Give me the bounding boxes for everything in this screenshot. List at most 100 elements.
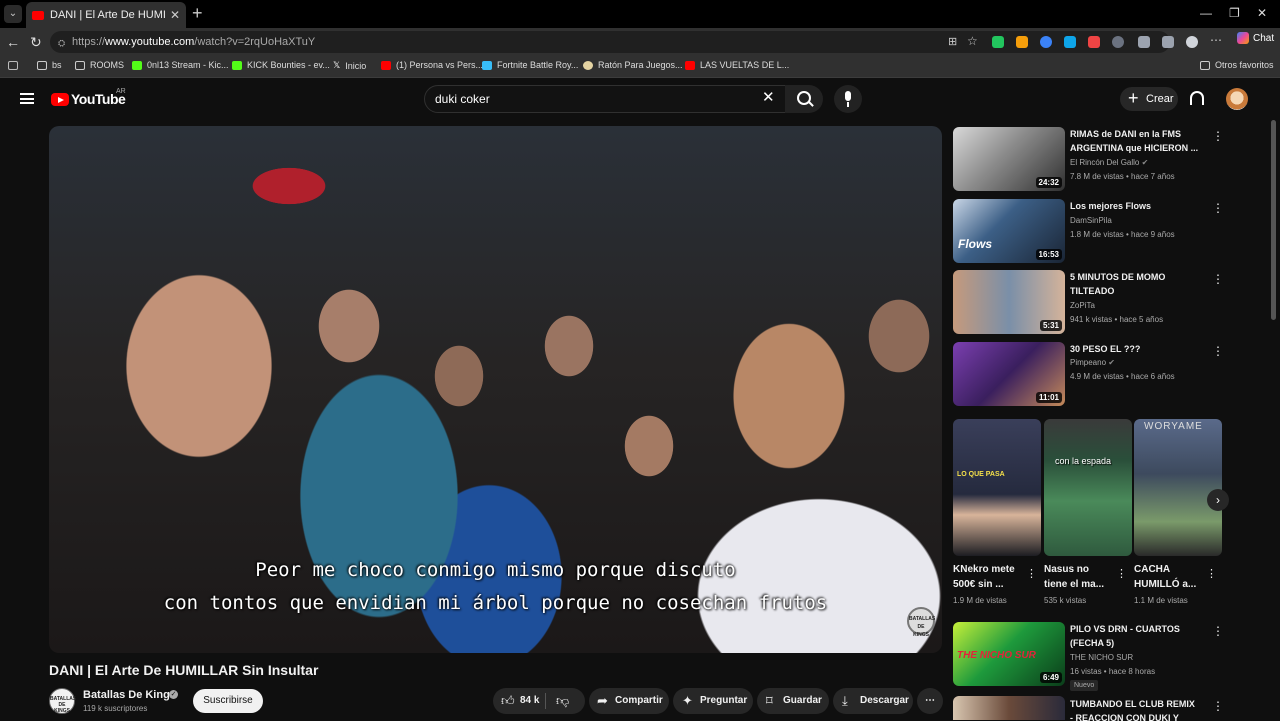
favorites-icon[interactable] — [1162, 36, 1174, 48]
minimize-icon[interactable]: — — [1200, 6, 1212, 20]
subtitle-line-1: Peor me choco conmigo mismo porque discu… — [255, 559, 736, 581]
bookmark-kick-bounties[interactable]: KICK Bounties - ev... — [232, 60, 330, 70]
tab-list-chevron-icon[interactable]: ⌄ — [4, 5, 22, 23]
sidebar-thumbnail-4[interactable]: 11:01 — [953, 342, 1065, 406]
profile-avatar-icon[interactable] — [1186, 36, 1198, 48]
more-dots-icon: ⋯ — [925, 695, 935, 706]
more-actions-button[interactable]: ⋯ — [917, 688, 943, 714]
shorts-next-chevron-icon[interactable]: › — [1207, 489, 1229, 511]
sidebar-channel-2[interactable]: DamSinPila — [1070, 216, 1210, 225]
sidebar-thumbnail-3[interactable]: 5:31 — [953, 270, 1065, 334]
sidebar-channel-4[interactable]: Pimpeano ✔ — [1070, 358, 1210, 367]
sidebar-video-title-1[interactable]: RIMAS de DANI en la FMS ARGENTINA que HI… — [1070, 127, 1200, 155]
more-options-icon[interactable]: ⋮ — [1212, 130, 1224, 142]
more-options-icon[interactable]: ⋮ — [1116, 567, 1127, 580]
split-screen-icon[interactable] — [1138, 36, 1150, 48]
sidebar-channel-5[interactable]: THE NICHO SUR — [1070, 653, 1210, 662]
subscribe-button[interactable]: Suscribirse — [193, 689, 263, 713]
close-tab-icon[interactable]: ✕ — [170, 8, 180, 22]
short-thumbnail-3[interactable]: WORYAME — [1134, 419, 1222, 556]
bookmark-bs[interactable]: bs — [37, 60, 62, 70]
install-app-icon[interactable]: ⊞ — [948, 35, 957, 48]
bookmark-0nl13-stream[interactable]: 0nl13 Stream - Kic... — [132, 60, 229, 70]
more-menu-icon[interactable]: ⋯ — [1210, 33, 1222, 47]
favorite-star-icon[interactable]: ☆ — [967, 34, 978, 48]
menu-hamburger-icon[interactable] — [20, 93, 34, 104]
short-title-2[interactable]: Nasus no tiene el ma... — [1044, 562, 1110, 592]
sidebar-video-title-3[interactable]: 5 MINUTOS DE MOMO TILTEADO — [1070, 270, 1200, 298]
channel-name[interactable]: Batallas De Kings — [83, 689, 176, 701]
bookmark-label: bs — [52, 60, 62, 70]
extension-seven-icon[interactable] — [1064, 36, 1076, 48]
bookmark-inicio[interactable]: 𝕏 Inicio — [333, 60, 366, 71]
video-duration: 5:31 — [1039, 320, 1062, 331]
youtube-logo-icon[interactable] — [51, 93, 69, 106]
voice-search-mic-icon[interactable] — [834, 85, 862, 113]
extension-red-icon[interactable] — [1088, 36, 1100, 48]
sidebar-thumbnail-2[interactable]: Flows 16:53 — [953, 199, 1065, 263]
sidebar-channel-1[interactable]: El Rincón Del Gallo ✔ — [1070, 158, 1210, 167]
more-options-icon[interactable]: ⋮ — [1212, 345, 1224, 357]
collections-icon[interactable] — [8, 61, 18, 70]
share-button[interactable]: ➦ Compartir — [589, 688, 669, 714]
like-count[interactable]: 84 k — [520, 688, 539, 714]
download-button[interactable]: ⤓ Descargar — [833, 688, 913, 714]
extension-play-icon[interactable] — [1016, 36, 1028, 48]
tab-title: DANI | El Arte De HUMILLAR Sin Insultar — [50, 9, 166, 21]
new-tab-plus-icon[interactable]: + — [192, 4, 203, 22]
page-scrollbar[interactable] — [1271, 120, 1276, 320]
bookmark-raton-juegos[interactable]: Ratón Para Juegos... — [583, 60, 683, 70]
sidebar-video-title-6[interactable]: TUMBANDO EL CLUB REMIX - REACCION CON DU… — [1070, 697, 1200, 721]
url-prefix: https:// — [72, 36, 106, 48]
bookmark-rooms[interactable]: ROOMS — [75, 60, 124, 70]
user-avatar[interactable] — [1226, 88, 1248, 110]
site-info-icon[interactable]: ⛭ — [58, 38, 65, 49]
extension-green-icon[interactable] — [992, 36, 1004, 48]
sidebar-channel-3[interactable]: ZoPiTa — [1070, 301, 1210, 310]
other-favorites[interactable]: Otros favoritos — [1200, 60, 1274, 70]
bookmark-fortnite[interactable]: Fortnite Battle Roy... — [482, 60, 578, 70]
extension-wave-icon[interactable] — [1040, 36, 1052, 48]
bookmark-las-vueltas[interactable]: LAS VUELTAS DE L... — [685, 60, 789, 70]
channel-watermark[interactable]: BATALLAS DE KINGS — [907, 607, 935, 638]
channel-avatar[interactable]: BATALLAS DE KINGS — [49, 688, 76, 714]
restore-icon[interactable]: ❐ — [1229, 6, 1240, 20]
verified-check-icon: ✔ — [1108, 358, 1115, 367]
create-button[interactable]: Crear — [1120, 86, 1178, 111]
save-button[interactable]: ⌑ Guardar — [757, 688, 829, 714]
sidebar-video-title-4[interactable]: 30 PESO EL ??? — [1070, 342, 1200, 356]
short-thumbnail-1[interactable]: LO QUE PASA — [953, 419, 1041, 556]
browser-tab-active[interactable]: DANI | El Arte De HUMILLAR Sin Insultar … — [26, 2, 186, 28]
sidebar-thumbnail-6[interactable] — [953, 696, 1065, 720]
more-options-icon[interactable]: ⋮ — [1026, 567, 1037, 580]
more-options-icon[interactable]: ⋮ — [1212, 202, 1224, 214]
notifications-bell-icon[interactable] — [1190, 91, 1204, 105]
extension-puzzle-icon[interactable] — [1112, 36, 1124, 48]
more-options-icon[interactable]: ⋮ — [1212, 625, 1224, 637]
ask-button[interactable]: ✦ Preguntar — [673, 688, 753, 714]
save-label: Guardar — [783, 695, 822, 706]
video-player[interactable]: Peor me choco conmigo mismo porque discu… — [49, 126, 942, 653]
back-arrow-icon[interactable]: ← — [6, 34, 20, 50]
dislike-thumb-icon[interactable]: 👎︎ — [556, 688, 569, 714]
reload-icon[interactable]: ↻ — [30, 34, 42, 51]
sidebar-video-title-2[interactable]: Los mejores Flows — [1070, 199, 1200, 213]
short-title-1[interactable]: KNekro mete 500€ sin ... — [953, 562, 1019, 592]
sidebar-thumbnail-1[interactable]: 24:32 — [953, 127, 1065, 191]
short-thumbnail-2[interactable]: con la espada — [1044, 419, 1132, 556]
short-title-3[interactable]: CACHA HUMILLÓ a... — [1134, 562, 1200, 592]
clear-search-icon[interactable]: ✕ — [762, 90, 775, 105]
bookmark-persona-vs-persona[interactable]: (1) Persona vs Pers... — [381, 60, 483, 70]
like-thumb-icon[interactable]: 👍︎ — [501, 688, 515, 714]
channel-label: Pimpeano — [1070, 358, 1107, 367]
more-options-icon[interactable]: ⋮ — [1212, 273, 1224, 285]
more-options-icon[interactable]: ⋮ — [1206, 567, 1217, 580]
sidebar-thumbnail-5[interactable]: THE NICHO SUR 6:49 — [953, 622, 1065, 686]
search-input[interactable]: duki coker — [424, 85, 786, 113]
site-icon — [482, 60, 492, 70]
close-window-icon[interactable]: ✕ — [1257, 6, 1267, 20]
more-options-icon[interactable]: ⋮ — [1212, 700, 1224, 712]
copilot-chat-button[interactable]: Chat — [1237, 32, 1280, 44]
sidebar-video-title-5[interactable]: PILO VS DRN - CUARTOS (FECHA 5) — [1070, 622, 1200, 650]
search-button[interactable] — [785, 85, 823, 113]
